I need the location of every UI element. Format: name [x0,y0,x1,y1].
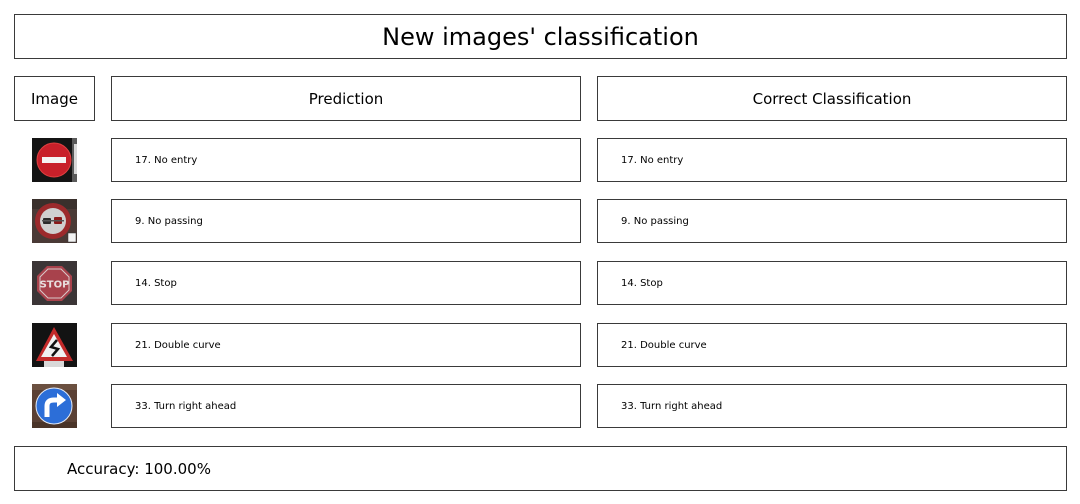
double-curve-sign-icon [32,323,77,367]
column-header-prediction-label: Prediction [308,89,384,108]
prediction-text: 14. Stop [135,277,177,289]
page-title: New images' classification [14,14,1067,59]
stop-sign-text: STOP [40,280,70,291]
column-header-image-label: Image [31,89,78,108]
prediction-cell: 33. Turn right ahead [111,384,581,428]
page-title-text: New images' classification [382,22,699,51]
prediction-cell: 9. No passing [111,199,581,243]
column-header-image: Image [14,76,95,121]
column-header-correct-label: Correct Classification [752,89,912,108]
accuracy-box: Accuracy: 100.00% [14,446,1067,491]
correct-text: 17. No entry [621,154,684,166]
correct-cell: 21. Double curve [597,323,1067,367]
prediction-cell: 14. Stop [111,261,581,305]
prediction-text: 17. No entry [135,154,198,166]
prediction-cell: 21. Double curve [111,323,581,367]
correct-cell: 33. Turn right ahead [597,384,1067,428]
stop-sign-icon: STOP [32,261,77,305]
correct-text: 14. Stop [621,277,663,289]
no-passing-sign-icon [32,199,77,243]
prediction-text: 33. Turn right ahead [135,400,237,412]
correct-cell: 9. No passing [597,199,1067,243]
column-header-prediction: Prediction [111,76,581,121]
accuracy-text: Accuracy: 100.00% [67,459,211,478]
correct-cell: 14. Stop [597,261,1067,305]
column-header-correct: Correct Classification [597,76,1067,121]
turn-right-ahead-sign-icon [32,384,77,428]
no-entry-sign-icon [32,138,77,182]
prediction-text: 9. No passing [135,215,203,227]
correct-cell: 17. No entry [597,138,1067,182]
correct-text: 21. Double curve [621,339,707,351]
prediction-cell: 17. No entry [111,138,581,182]
correct-text: 33. Turn right ahead [621,400,723,412]
prediction-text: 21. Double curve [135,339,221,351]
correct-text: 9. No passing [621,215,689,227]
